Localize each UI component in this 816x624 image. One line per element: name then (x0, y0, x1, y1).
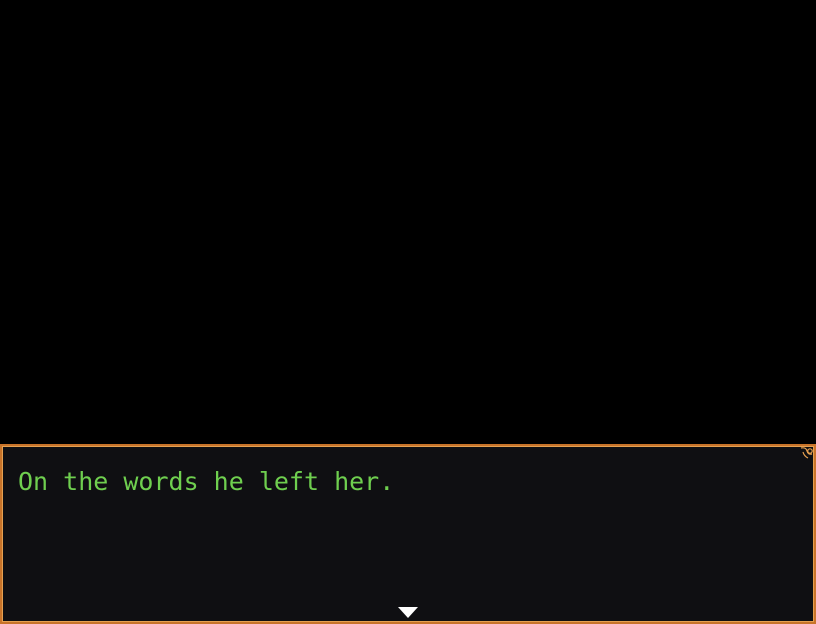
message-window[interactable]: On the words he left her. (0, 444, 816, 624)
scene-area (0, 0, 816, 444)
dialogue-text: On the words he left her. (18, 467, 395, 496)
game-screen: On the words he left her. (0, 0, 816, 624)
down-triangle-icon[interactable] (398, 607, 418, 618)
corner-ornament-icon (800, 447, 813, 459)
